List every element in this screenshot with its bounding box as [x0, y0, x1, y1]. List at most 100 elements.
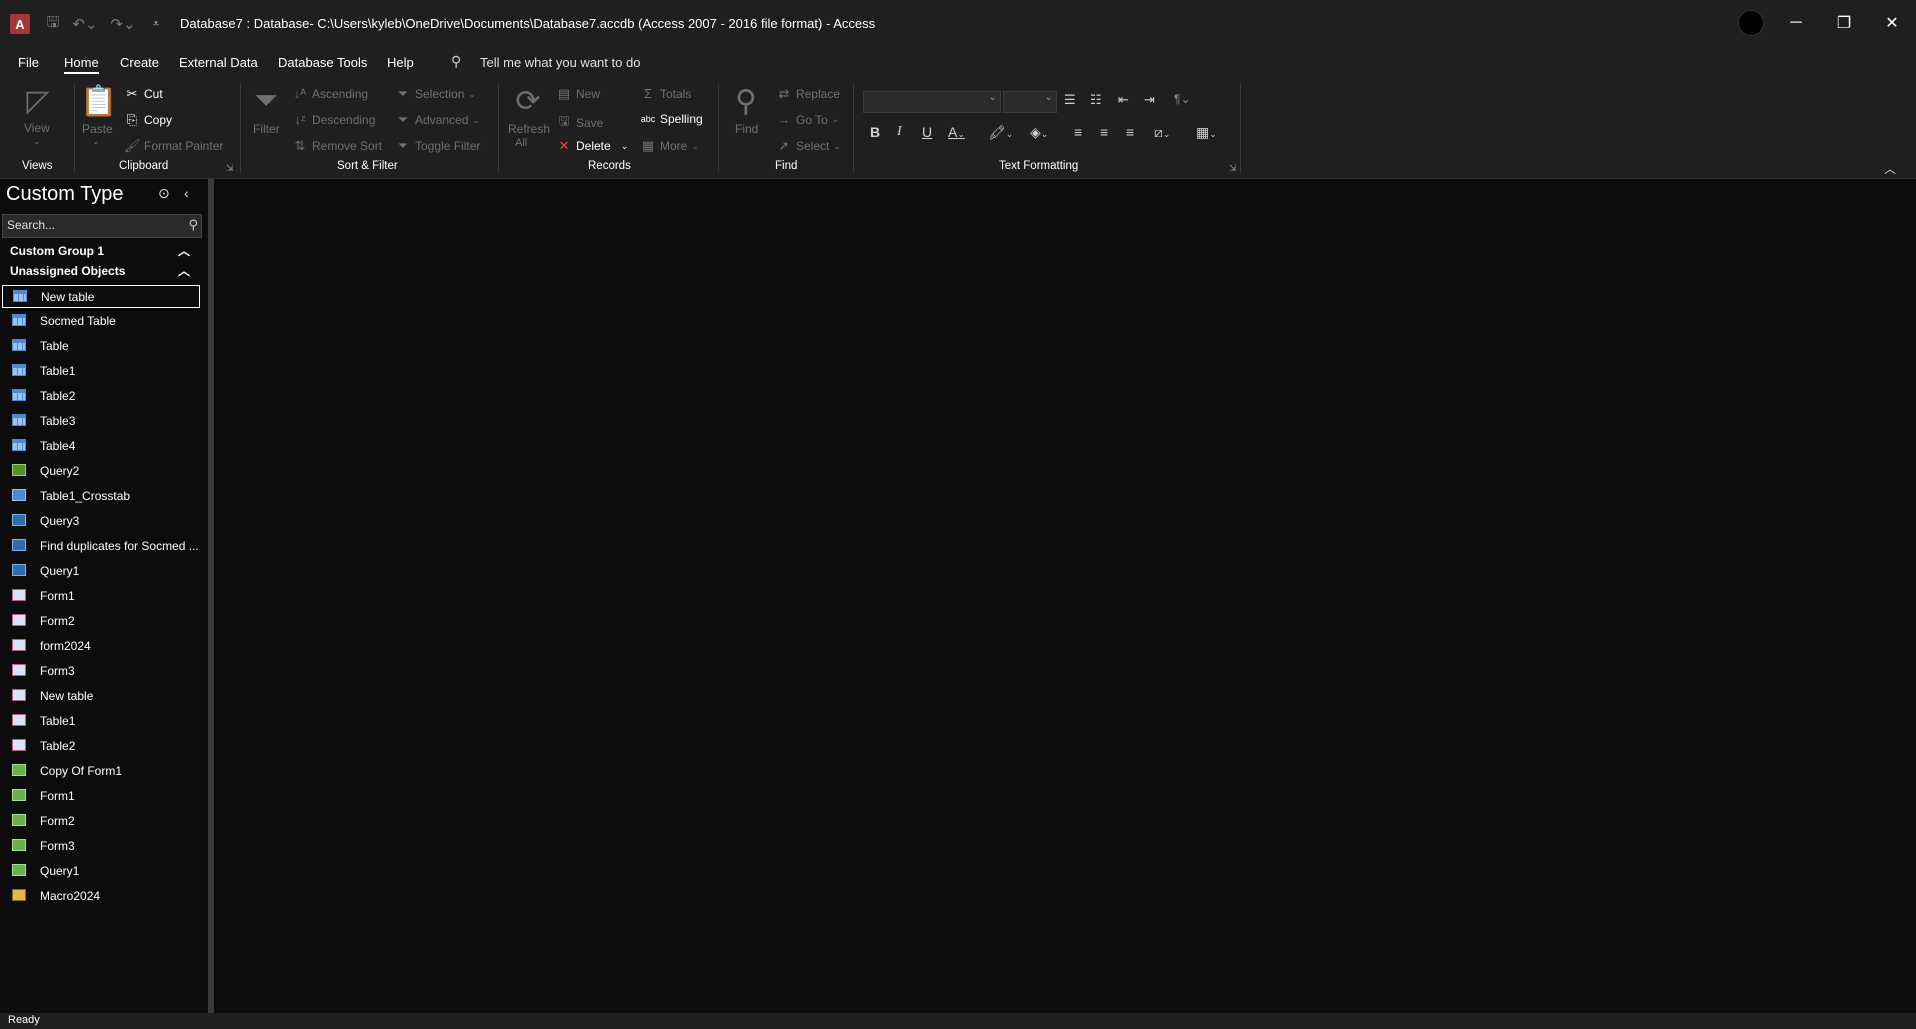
spelling-button[interactable]: abc Spelling [640, 112, 703, 126]
font-color-icon[interactable]: A⌄ [948, 124, 965, 140]
undo-icon[interactable]: ↶⌄ [72, 12, 98, 36]
text-formatting-launcher-icon[interactable]: ⇲ [1229, 163, 1237, 174]
underline-button[interactable]: U [922, 124, 932, 140]
selection-button[interactable]: ⏷ Selection ⌄ [395, 86, 476, 102]
minimize-button[interactable]: ─ [1772, 0, 1820, 46]
nav-item[interactable]: Copy Of Form1 [2, 760, 200, 782]
collapse-ribbon-icon[interactable]: ︿ [1884, 160, 1896, 177]
font-name-combo[interactable] [863, 91, 1001, 113]
search-icon[interactable]: ⚲ [188, 217, 198, 233]
nav-search-input[interactable] [3, 215, 181, 235]
tell-me-box[interactable]: Tell me what you want to do [480, 55, 640, 70]
nav-pane-title[interactable]: Custom Type [6, 183, 123, 206]
toggle-filter-button[interactable]: ⏷ Toggle Filter [395, 138, 481, 154]
more-button[interactable]: ▦ More ⌄ [640, 138, 699, 154]
nav-pane-menu-icon[interactable]: ⊙ [158, 185, 170, 202]
tab-create[interactable]: Create [120, 55, 159, 70]
bold-button[interactable]: B [870, 124, 880, 140]
tab-home[interactable]: Home [64, 55, 99, 74]
nav-item[interactable]: Form3 [2, 835, 200, 857]
view-dropdown-icon[interactable]: ⌄ [33, 136, 41, 147]
select-button[interactable]: ➚ Select ⌄ [776, 138, 841, 154]
nav-item[interactable]: Table3 [2, 410, 200, 432]
nav-item[interactable]: Query3 [2, 510, 200, 532]
totals-label: Totals [660, 86, 692, 101]
copy-button[interactable]: ⎘ Copy [124, 112, 172, 128]
nav-item[interactable]: Table1_Crosstab [2, 485, 200, 507]
bullets-icon[interactable]: ☰ [1064, 92, 1076, 108]
italic-button[interactable]: I [897, 124, 902, 140]
new-record-label: New [576, 87, 601, 101]
nav-item[interactable]: Form1 [2, 585, 200, 607]
align-center-icon[interactable]: ≡ [1100, 124, 1108, 140]
totals-button[interactable]: Σ Totals [640, 86, 691, 101]
advanced-button[interactable]: ⏷ Advanced ⌄ [395, 112, 480, 128]
remove-sort-button[interactable]: ⇅ Remove Sort [292, 138, 382, 154]
increase-indent-icon[interactable]: ⇥ [1144, 92, 1155, 108]
nav-item[interactable]: form2024 [2, 635, 200, 657]
align-left-icon[interactable]: ≡ [1074, 124, 1082, 140]
nav-item[interactable]: Query1 [2, 560, 200, 582]
ascending-button[interactable]: ↓ᴬ Ascending [292, 86, 368, 101]
highlight-icon[interactable]: 🖍⌄ [988, 124, 1013, 141]
format-painter-button[interactable]: 🖌 Format Painter [124, 138, 223, 154]
nav-item[interactable]: Form3 [2, 660, 200, 682]
nav-item[interactable]: Form2 [2, 810, 200, 832]
restore-button[interactable]: ❐ [1820, 0, 1868, 46]
form-object-icon [12, 714, 26, 726]
align-right-icon[interactable]: ≡ [1126, 124, 1134, 140]
account-avatar[interactable] [1738, 10, 1764, 36]
nav-item[interactable]: Table1 [2, 710, 200, 732]
nav-item-label: Socmed Table [40, 314, 116, 328]
refresh-all-button[interactable]: Refresh [508, 122, 550, 136]
tab-file[interactable]: File [18, 55, 39, 70]
nav-item[interactable]: Table2 [2, 735, 200, 757]
view-button[interactable]: View [24, 121, 50, 135]
access-app-icon[interactable]: A [10, 14, 30, 34]
nav-item[interactable]: Socmed Table [2, 310, 200, 332]
nav-item[interactable]: Form2 [2, 610, 200, 632]
paste-dropdown-icon[interactable]: ⌄ [92, 136, 100, 147]
new-record-button[interactable]: ▤ New [556, 86, 600, 102]
nav-item[interactable]: Table4 [2, 435, 200, 457]
group-header-custom-group-1[interactable]: Custom Group 1 ︿ [2, 241, 200, 261]
nav-item[interactable]: Table1 [2, 360, 200, 382]
cut-button[interactable]: ✂ Cut [124, 86, 163, 102]
font-size-combo[interactable] [1003, 91, 1057, 113]
descending-button[interactable]: ↓ᶻ Descending [292, 112, 375, 127]
tab-external-data[interactable]: External Data [179, 55, 258, 70]
group-header-unassigned-objects[interactable]: Unassigned Objects ︿ [2, 261, 200, 281]
save-record-button[interactable]: 🖫 Save [556, 112, 603, 134]
text-formatting-group-label: Text Formatting [999, 160, 1079, 172]
nav-item[interactable]: Query1 [2, 860, 200, 882]
tab-database-tools[interactable]: Database Tools [278, 55, 367, 70]
nav-item[interactable]: Find duplicates for Socmed ... [2, 535, 200, 557]
decrease-indent-icon[interactable]: ⇤ [1118, 92, 1129, 108]
find-button[interactable]: Find [735, 122, 758, 136]
nav-item[interactable]: Form1 [2, 785, 200, 807]
shutter-bar-close-icon[interactable]: ‹ [184, 185, 189, 201]
nav-item[interactable]: Table [2, 335, 200, 357]
filter-button[interactable]: Filter [253, 122, 280, 136]
redo-icon[interactable]: ↷⌄ [110, 12, 136, 36]
save-icon[interactable]: 🖫 [42, 12, 64, 36]
paragraph-direction-icon[interactable]: ¶⌄ [1174, 92, 1191, 106]
goto-button[interactable]: → Go To ⌄ [776, 112, 840, 127]
tab-help[interactable]: Help [387, 55, 414, 70]
paste-button[interactable]: Paste [82, 122, 113, 136]
fill-color-icon[interactable]: ◈⌄ [1030, 124, 1048, 141]
replace-button[interactable]: ⇄ Replace [776, 86, 840, 102]
customize-qat-icon[interactable]: ⩡ [148, 12, 164, 36]
nav-item[interactable]: Query2 [2, 460, 200, 482]
nav-item[interactable]: Macro2024 [2, 885, 200, 907]
gridlines-icon[interactable]: ▦⌄ [1196, 124, 1217, 141]
query-object-icon [12, 539, 26, 551]
nav-item[interactable]: New table [2, 685, 200, 707]
clipboard-launcher-icon[interactable]: ⇲ [226, 163, 234, 174]
numbering-icon[interactable]: ☷ [1090, 92, 1102, 108]
close-button[interactable]: ✕ [1868, 0, 1916, 46]
nav-item[interactable]: New table [2, 285, 200, 308]
nav-item[interactable]: Table2 [2, 385, 200, 407]
delete-button[interactable]: ✕ Delete ⌄ [556, 138, 629, 154]
alternate-row-color-icon[interactable]: ⧄⌄ [1154, 124, 1170, 141]
